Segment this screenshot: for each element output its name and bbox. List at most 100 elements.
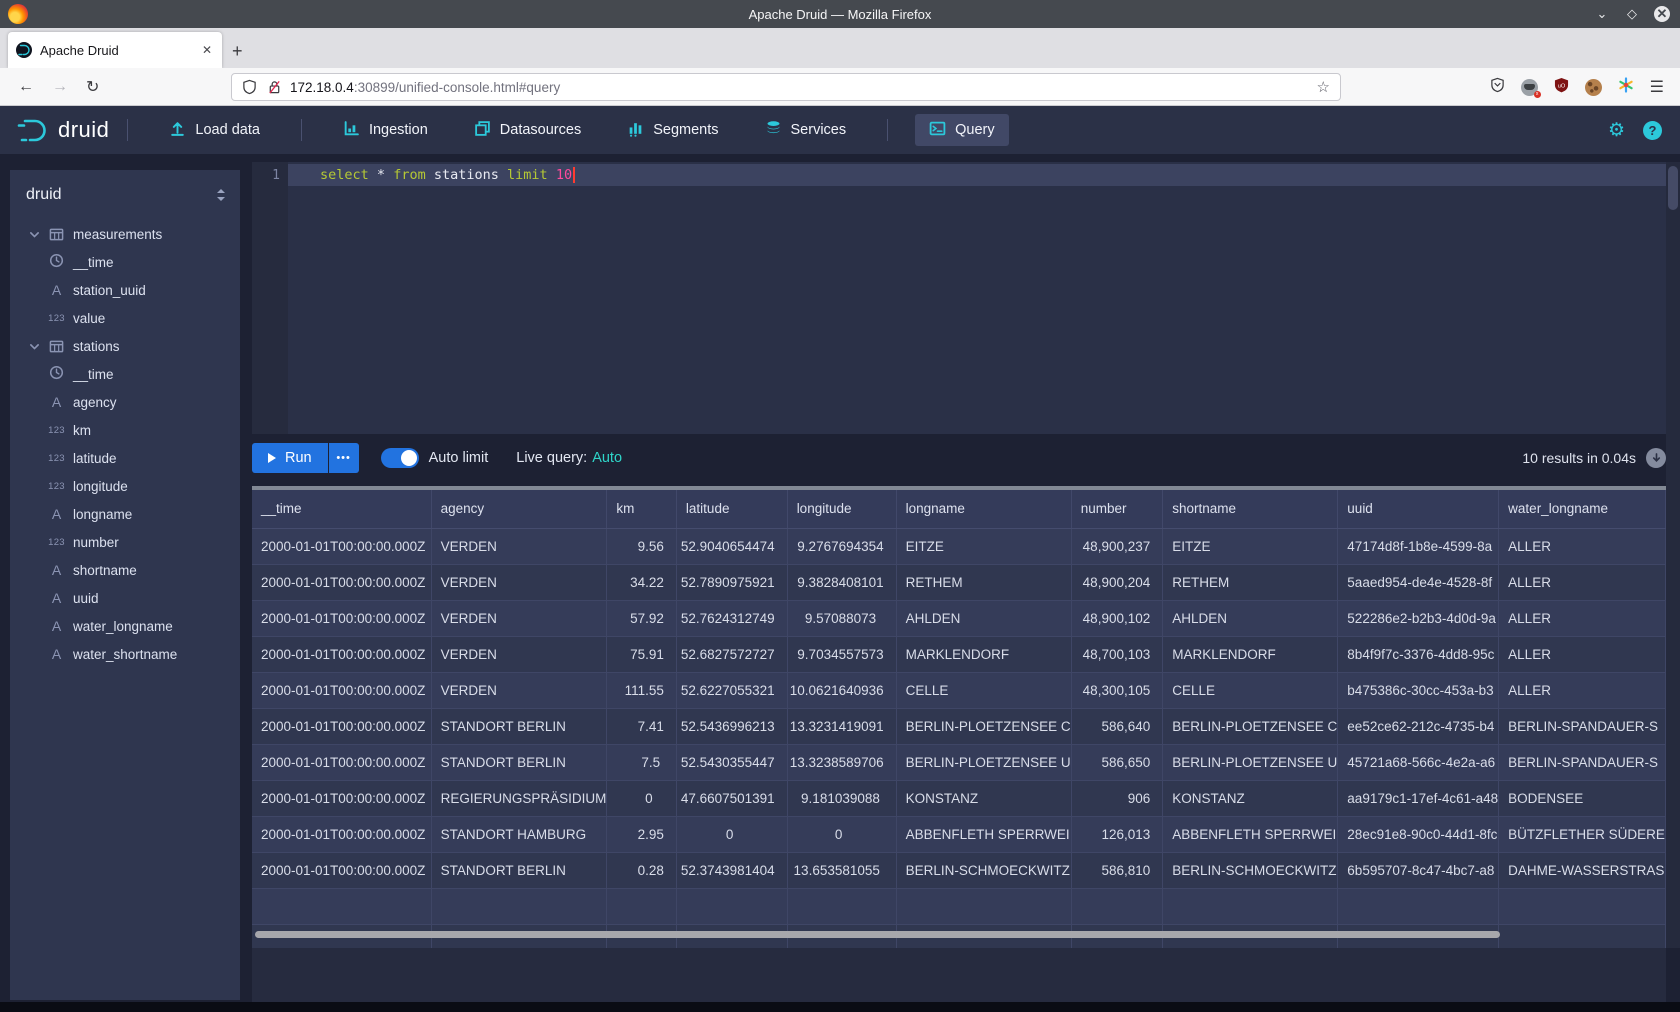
table-cell[interactable]: 13.3238589706 [787,744,896,780]
table-cell[interactable]: 48,900,237 [1071,528,1163,564]
table-cell[interactable]: 52.5430355447 [676,744,787,780]
column-item-value[interactable]: 123value [10,304,240,332]
table-cell[interactable]: AHLDEN [896,600,1071,636]
browser-tab[interactable]: Apache Druid ✕ [8,32,222,68]
nav-item-ingestion[interactable]: Ingestion [329,114,442,146]
table-cell[interactable]: DAHME-WASSERSTRAS [1499,852,1666,888]
table-cell[interactable]: 0.28 [607,852,677,888]
cookie-extension-icon[interactable] [1585,79,1602,96]
table-cell[interactable]: 48,900,102 [1071,600,1163,636]
table-item-stations[interactable]: stations [10,332,240,360]
table-cell[interactable]: 2000-01-01T00:00:00.000Z [252,780,431,816]
table-cell[interactable]: 2000-01-01T00:00:00.000Z [252,852,431,888]
table-cell[interactable]: ALLER [1499,672,1666,708]
table-cell[interactable]: VERDEN [431,600,607,636]
url-bar[interactable]: 172.18.0.4:30899/unified-console.html#qu… [231,73,1341,101]
auto-limit-toggle[interactable] [381,448,419,468]
table-cell[interactable]: 0 [607,780,677,816]
ublock-extension-icon[interactable]: uO [1554,77,1569,98]
table-cell[interactable]: 48,700,103 [1071,636,1163,672]
table-cell[interactable]: 13.653581055 [787,852,896,888]
snowflake-extension-icon[interactable] [1618,77,1634,98]
window-maximize-button[interactable]: ◇ [1624,6,1640,22]
table-cell[interactable]: KONSTANZ [896,780,1071,816]
table-cell[interactable]: STANDORT HAMBURG [431,816,607,852]
table-cell[interactable]: 906 [1071,780,1163,816]
table-cell[interactable]: BERLIN-PLOETZENSEE U [896,744,1071,780]
table-cell[interactable]: 34.22 [607,564,677,600]
nav-item-query[interactable]: Query [915,114,1009,146]
table-cell[interactable]: 2000-01-01T00:00:00.000Z [252,744,431,780]
double-caret-icon[interactable] [214,187,228,203]
table-cell[interactable]: 522286e2-b2b3-4d0d-9a [1338,600,1499,636]
table-cell[interactable]: 2000-01-01T00:00:00.000Z [252,672,431,708]
sql-query-line[interactable]: select * from stations limit 10 [288,164,1666,186]
table-cell[interactable]: BERLIN-PLOETZENSEE U [1163,744,1338,780]
table-cell[interactable]: 586,650 [1071,744,1163,780]
table-cell[interactable]: 2000-01-01T00:00:00.000Z [252,816,431,852]
nav-item-services[interactable]: Services [751,114,861,146]
forward-icon[interactable]: → [52,78,68,96]
column-item-water_longname[interactable]: Awater_longname [10,612,240,640]
table-cell[interactable]: 28ec91e8-90c0-44d1-8fc [1338,816,1499,852]
settings-gear-icon[interactable]: ⚙ [1608,119,1625,142]
column-item-__time[interactable]: __time [10,248,240,276]
column-header-__time[interactable]: __time [252,490,431,528]
column-header-number[interactable]: number [1071,490,1163,528]
column-item-shortname[interactable]: Ashortname [10,556,240,584]
table-cell[interactable]: VERDEN [431,636,607,672]
table-cell[interactable]: 8b4f9f7c-3376-4dd8-95c [1338,636,1499,672]
run-button[interactable]: Run [252,443,328,473]
table-cell[interactable]: 9.57088073 [787,600,896,636]
column-header-shortname[interactable]: shortname [1163,490,1338,528]
back-icon[interactable]: ← [18,78,34,96]
table-cell[interactable]: CELLE [896,672,1071,708]
table-cell[interactable]: ee52ce62-212c-4735-b4 [1338,708,1499,744]
table-cell[interactable]: BÜTZFLETHER SÜDERE [1499,816,1666,852]
table-cell[interactable]: 7.41 [607,708,677,744]
druid-logo[interactable]: druid [16,115,109,145]
table-cell[interactable]: STANDORT BERLIN [431,852,607,888]
table-cell[interactable]: 9.7034557573 [787,636,896,672]
table-cell[interactable]: 45721a68-566c-4e2a-a6 [1338,744,1499,780]
table-cell[interactable]: BERLIN-SPANDAUER-S [1499,708,1666,744]
table-item-measurements[interactable]: measurements [10,220,240,248]
table-cell[interactable]: EITZE [896,528,1071,564]
table-cell[interactable]: ABBENFLETH SPERRWEI [896,816,1071,852]
table-cell[interactable]: aa9179c1-17ef-4c61-a48 [1338,780,1499,816]
reload-icon[interactable]: ↻ [86,77,99,97]
table-cell[interactable]: 9.56 [607,528,677,564]
live-query-value[interactable]: Auto [592,450,622,466]
column-item-water_shortname[interactable]: Awater_shortname [10,640,240,668]
column-item-latitude[interactable]: 123latitude [10,444,240,472]
table-cell[interactable]: 5aaed954-de4e-4528-8f [1338,564,1499,600]
tracking-protection-shield-icon[interactable] [242,79,257,95]
table-cell[interactable]: 586,640 [1071,708,1163,744]
table-cell[interactable]: 52.6827572727 [676,636,787,672]
table-cell[interactable]: 48,900,204 [1071,564,1163,600]
bookmark-star-icon[interactable]: ☆ [1317,78,1330,96]
column-header-km[interactable]: km [607,490,677,528]
hamburger-menu-icon[interactable]: ☰ [1650,77,1664,97]
column-item-km[interactable]: 123km [10,416,240,444]
column-item-__time[interactable]: __time [10,360,240,388]
column-item-agency[interactable]: Aagency [10,388,240,416]
table-cell[interactable]: 9.2767694354 [787,528,896,564]
column-item-longname[interactable]: Alongname [10,500,240,528]
table-cell[interactable]: 13.3231419091 [787,708,896,744]
table-cell[interactable]: 6b595707-8c47-4bc7-a8 [1338,852,1499,888]
table-cell[interactable]: 0 [676,816,787,852]
table-cell[interactable]: 10.0621640936 [787,672,896,708]
table-cell[interactable]: VERDEN [431,564,607,600]
table-cell[interactable]: 2000-01-01T00:00:00.000Z [252,600,431,636]
column-header-longname[interactable]: longname [896,490,1071,528]
scrollbar-thumb[interactable] [1668,166,1678,210]
tab-close-icon[interactable]: ✕ [200,41,214,59]
table-cell[interactable]: RETHEM [896,564,1071,600]
table-cell[interactable]: ALLER [1499,636,1666,672]
table-cell[interactable]: BERLIN-SCHMOECKWITZ [896,852,1071,888]
table-cell[interactable]: VERDEN [431,528,607,564]
table-cell[interactable]: 2000-01-01T00:00:00.000Z [252,708,431,744]
table-cell[interactable]: BERLIN-PLOETZENSEE C [896,708,1071,744]
table-cell[interactable]: 111.55 [607,672,677,708]
